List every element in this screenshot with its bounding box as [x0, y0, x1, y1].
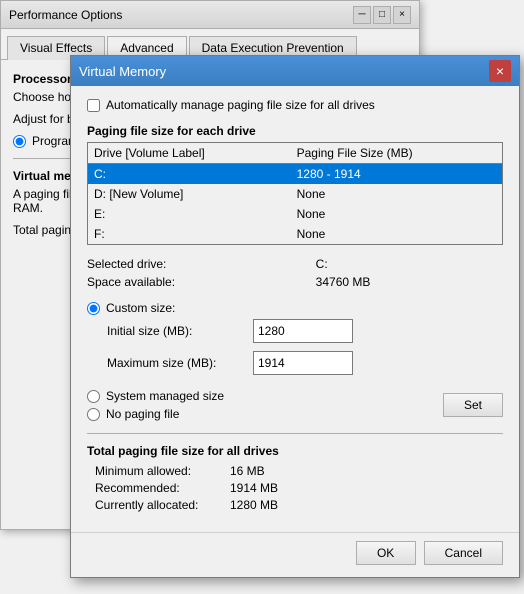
perf-maximize-btn[interactable]: □: [373, 6, 391, 24]
other-radios: System managed size No paging file: [87, 389, 224, 425]
set-button[interactable]: Set: [443, 393, 503, 417]
drive-info-grid: Selected drive: C: Space available: 3476…: [87, 257, 503, 289]
cancel-button[interactable]: Cancel: [424, 541, 503, 565]
maximum-size-input[interactable]: [253, 351, 353, 375]
no-paging-radio[interactable]: [87, 408, 100, 421]
vm-close-btn[interactable]: ×: [489, 60, 511, 82]
drive-table: Drive [Volume Label] Paging File Size (M…: [87, 142, 503, 245]
drive-section-title: Paging file size for each drive: [87, 124, 503, 138]
initial-size-row: Initial size (MB):: [107, 319, 503, 343]
total-section-title: Total paging file size for all drives: [87, 444, 503, 458]
perf-window-title: Performance Options: [9, 8, 122, 22]
system-managed-label: System managed size: [106, 389, 224, 403]
system-managed-radio[interactable]: [87, 390, 100, 403]
selected-drive-value: C:: [316, 257, 503, 271]
paging-size-cell: 1280 - 1914: [291, 164, 503, 185]
space-available-value: 34760 MB: [316, 275, 503, 289]
radio-programs-input[interactable]: [13, 135, 26, 148]
perf-titlebar-controls: ─ □ ×: [353, 6, 411, 24]
max-size-row: Maximum size (MB):: [107, 351, 503, 381]
vm-dialog-title: Virtual Memory: [79, 64, 166, 79]
vm-titlebar: Virtual Memory ×: [71, 56, 519, 86]
drive-cell: D: [New Volume]: [88, 184, 291, 204]
no-paging-label: No paging file: [106, 407, 179, 421]
table-row[interactable]: D: [New Volume]None: [88, 184, 503, 204]
total-section: Total paging file size for all drives Mi…: [87, 433, 503, 512]
no-paging-row: No paging file: [87, 407, 224, 421]
custom-size-row: Custom size:: [87, 301, 503, 315]
currently-allocated-label: Currently allocated:: [87, 498, 227, 512]
minimum-allowed-value: 16 MB: [230, 464, 503, 478]
drive-cell: F:: [88, 224, 291, 245]
space-available-label: Space available:: [87, 275, 308, 289]
total-grid: Minimum allowed: 16 MB Recommended: 1914…: [87, 464, 503, 512]
auto-manage-label: Automatically manage paging file size fo…: [106, 98, 375, 112]
paging-size-cell: None: [291, 204, 503, 224]
table-row[interactable]: C:1280 - 1914: [88, 164, 503, 185]
recommended-label: Recommended:: [87, 481, 227, 495]
vm-footer: OK Cancel: [71, 532, 519, 577]
vm-dialog: Virtual Memory × Automatically manage pa…: [70, 55, 520, 578]
table-row[interactable]: E:None: [88, 204, 503, 224]
auto-manage-checkbox[interactable]: [87, 99, 100, 112]
paging-size-cell: None: [291, 224, 503, 245]
currently-allocated-value: 1280 MB: [230, 498, 503, 512]
drive-cell: E:: [88, 204, 291, 224]
perf-minimize-btn[interactable]: ─: [353, 6, 371, 24]
paging-size-cell: None: [291, 184, 503, 204]
size-radio-group: Custom size: Initial size (MB): Maximum …: [87, 301, 503, 381]
initial-size-label: Initial size (MB):: [107, 324, 247, 338]
perf-titlebar: Performance Options ─ □ ×: [1, 1, 419, 29]
recommended-value: 1914 MB: [230, 481, 503, 495]
paging-col-header: Paging File Size (MB): [291, 143, 503, 164]
ok-button[interactable]: OK: [356, 541, 416, 565]
maximum-size-label: Maximum size (MB):: [107, 356, 247, 370]
custom-size-label: Custom size:: [106, 301, 175, 315]
custom-size-radio[interactable]: [87, 302, 100, 315]
perf-close-btn[interactable]: ×: [393, 6, 411, 24]
drive-cell: C:: [88, 164, 291, 185]
selected-drive-label: Selected drive:: [87, 257, 308, 271]
auto-manage-row: Automatically manage paging file size fo…: [87, 98, 503, 112]
table-row[interactable]: F:None: [88, 224, 503, 245]
drive-col-header: Drive [Volume Label]: [88, 143, 291, 164]
vm-body: Automatically manage paging file size fo…: [71, 86, 519, 524]
system-managed-row: System managed size: [87, 389, 224, 403]
minimum-allowed-label: Minimum allowed:: [87, 464, 227, 478]
initial-size-input[interactable]: [253, 319, 353, 343]
